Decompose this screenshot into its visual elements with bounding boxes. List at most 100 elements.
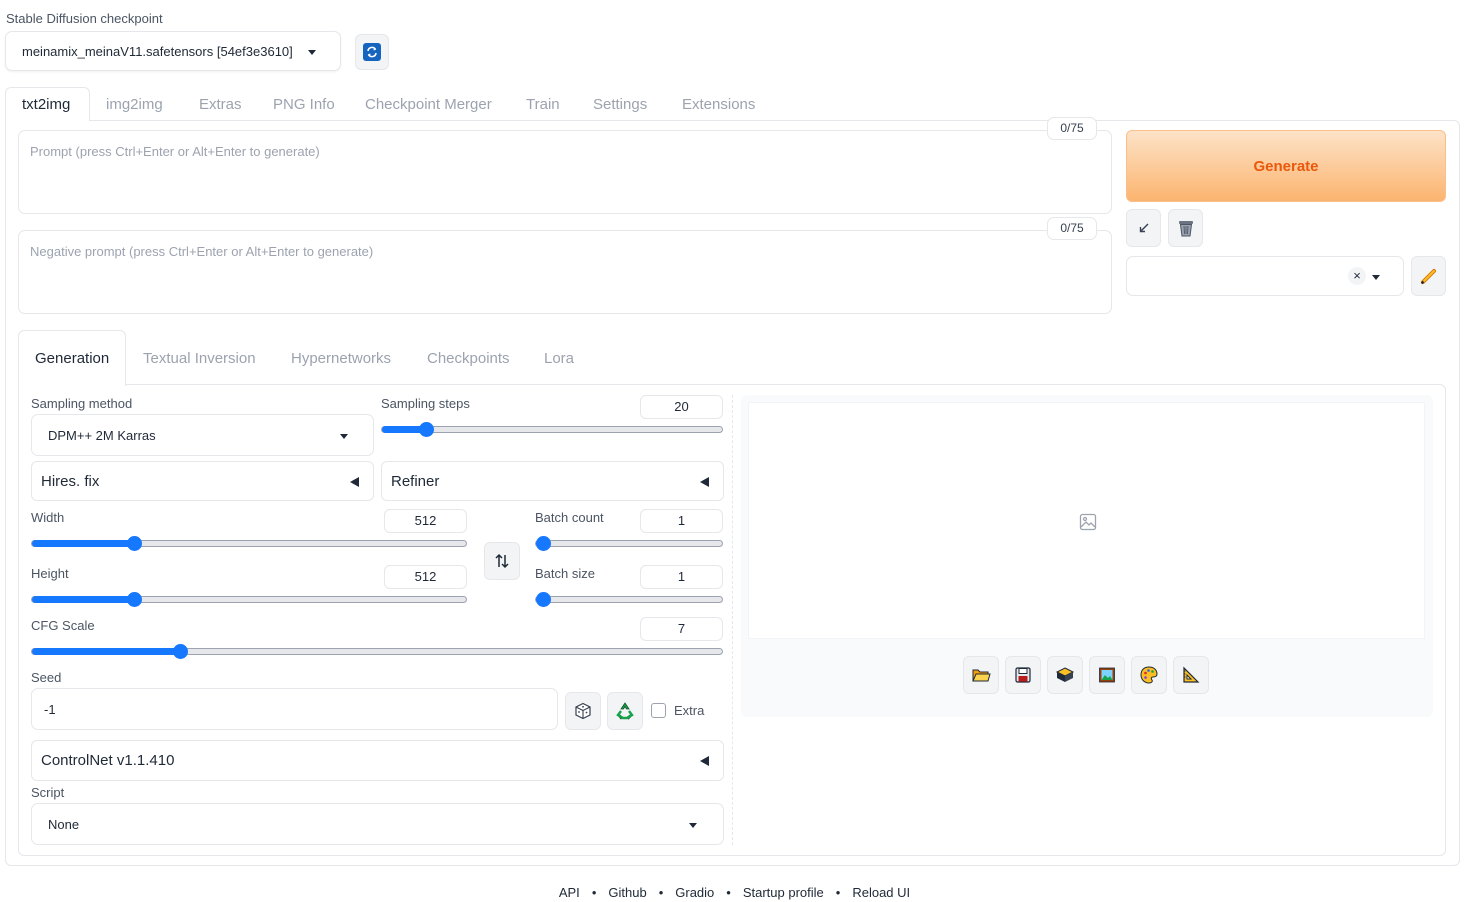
tab-txt2img[interactable]: txt2img (22, 96, 70, 113)
batch-size-input[interactable]: 1 (640, 565, 723, 589)
extra-seed-checkbox[interactable] (651, 703, 666, 718)
generate-button[interactable]: Generate (1126, 130, 1446, 202)
hires-fix-accordion[interactable]: Hires. fix (31, 461, 374, 501)
cfg-scale-label: CFG Scale (31, 618, 95, 633)
tab-settings[interactable]: Settings (593, 96, 647, 113)
slider-thumb[interactable] (127, 536, 142, 551)
column-divider (732, 395, 733, 845)
batch-count-slider[interactable] (535, 536, 723, 551)
footer-link-api[interactable]: API (559, 885, 580, 900)
slider-fill (32, 596, 134, 603)
refiner-accordion[interactable]: Refiner (381, 461, 724, 501)
clear-icon[interactable]: × (1348, 267, 1366, 285)
palette-icon (1140, 666, 1158, 684)
reuse-seed-button[interactable] (607, 692, 643, 730)
edit-styles-button[interactable] (1411, 256, 1446, 296)
random-seed-button[interactable] (565, 692, 601, 730)
read-params-button[interactable] (1126, 209, 1161, 247)
tab-extensions[interactable]: Extensions (682, 96, 755, 113)
tab-textual-inversion[interactable]: Textual Inversion (143, 350, 256, 367)
swap-arrows-icon (495, 553, 509, 569)
footer-link-gradio[interactable]: Gradio (675, 885, 714, 900)
seed-value: -1 (44, 702, 56, 717)
recycle-icon (616, 702, 634, 720)
save-zip-button[interactable] (1047, 656, 1083, 694)
refresh-checkpoint-button[interactable] (355, 34, 389, 70)
negative-prompt-textarea[interactable]: Negative prompt (press Ctrl+Enter or Alt… (18, 230, 1112, 314)
checkpoint-label: Stable Diffusion checkpoint (6, 11, 163, 26)
checkpoint-dropdown[interactable]: meinamix_meinaV11.safetensors [54ef3e361… (5, 31, 341, 71)
seed-label: Seed (31, 670, 62, 685)
footer-separator: • (591, 885, 597, 900)
tab-lora[interactable]: Lora (544, 350, 574, 367)
prompt-textarea[interactable]: Prompt (press Ctrl+Enter or Alt+Enter to… (18, 130, 1112, 214)
slider-thumb[interactable] (127, 592, 142, 607)
floppy-disk-icon (1015, 667, 1031, 683)
generate-label: Generate (1253, 157, 1319, 175)
output-gallery (748, 402, 1425, 639)
sampling-steps-input[interactable]: 20 (640, 395, 723, 419)
hires-fix-label: Hires. fix (41, 473, 100, 490)
tab-generation[interactable]: Generation (35, 350, 109, 367)
height-slider[interactable] (31, 592, 467, 607)
tab-img2img[interactable]: img2img (106, 96, 163, 113)
batch-size-slider[interactable] (535, 592, 723, 607)
slider-thumb[interactable] (173, 644, 188, 659)
script-label: Script (31, 785, 65, 800)
footer-separator: • (726, 885, 731, 900)
send-to-extras-button[interactable] (1173, 656, 1209, 694)
cfg-scale-slider[interactable] (31, 644, 723, 659)
sampling-method-value: DPM++ 2M Karras (48, 428, 156, 443)
width-label: Width (31, 510, 65, 525)
framed-picture-icon (1099, 667, 1115, 683)
height-label: Height (31, 566, 69, 581)
sampling-method-label: Sampling method (31, 396, 133, 411)
slider-thumb[interactable] (536, 536, 551, 551)
styles-dropdown[interactable]: × (1126, 256, 1404, 296)
folder-icon (972, 669, 991, 682)
slider-thumb[interactable] (419, 422, 434, 437)
width-input[interactable]: 512 (384, 509, 467, 533)
slider-thumb[interactable] (536, 592, 551, 607)
tab-extras[interactable]: Extras (199, 96, 242, 113)
prompt-token-counter: 0/75 (1047, 117, 1097, 140)
slider-fill (32, 540, 134, 547)
cfg-scale-input[interactable]: 7 (640, 617, 723, 641)
swap-dimensions-button[interactable] (484, 542, 520, 580)
footer-link-reload-ui[interactable]: Reload UI (852, 885, 910, 900)
save-button[interactable] (1005, 656, 1041, 694)
send-to-inpaint-button[interactable] (1131, 656, 1167, 694)
seed-input[interactable]: -1 (31, 688, 558, 730)
batch-count-input[interactable]: 1 (640, 509, 723, 533)
pencil-icon (1420, 269, 1436, 285)
refiner-label: Refiner (391, 473, 440, 490)
prompt-placeholder: Prompt (press Ctrl+Enter or Alt+Enter to… (30, 144, 320, 159)
refresh-icon (363, 43, 381, 61)
trash-icon (1178, 221, 1193, 237)
dice-icon (575, 702, 591, 720)
sampling-steps-slider[interactable] (381, 422, 723, 437)
footer: API • Github • Gradio • Startup profile • Reload… (0, 884, 1469, 900)
open-folder-button[interactable] (963, 656, 999, 694)
width-slider[interactable] (31, 536, 467, 551)
controlnet-accordion[interactable]: ControlNet v1.1.410 (31, 740, 724, 781)
tab-checkpoint-merger[interactable]: Checkpoint Merger (365, 96, 492, 113)
chevron-down-icon (340, 434, 348, 439)
controlnet-label: ControlNet v1.1.410 (41, 752, 175, 769)
send-to-img2img-button[interactable] (1089, 656, 1125, 694)
tab-png-info[interactable]: PNG Info (273, 96, 335, 113)
sampling-method-dropdown[interactable]: DPM++ 2M Karras (31, 414, 374, 456)
footer-separator: • (658, 885, 664, 900)
checkpoint-selected: meinamix_meinaV11.safetensors [54ef3e361… (22, 44, 293, 59)
tab-hypernetworks[interactable]: Hypernetworks (291, 350, 391, 367)
footer-link-github[interactable]: Github (608, 885, 646, 900)
clear-prompt-button[interactable] (1168, 209, 1203, 247)
footer-link-startup-profile[interactable]: Startup profile (743, 885, 824, 900)
script-value: None (48, 817, 80, 832)
height-input[interactable]: 512 (384, 565, 467, 589)
sampling-steps-label: Sampling steps (381, 396, 470, 411)
triangle-left-icon (350, 477, 359, 487)
tab-checkpoints[interactable]: Checkpoints (427, 350, 510, 367)
script-dropdown[interactable]: None (31, 803, 724, 845)
tab-train[interactable]: Train (526, 96, 560, 113)
